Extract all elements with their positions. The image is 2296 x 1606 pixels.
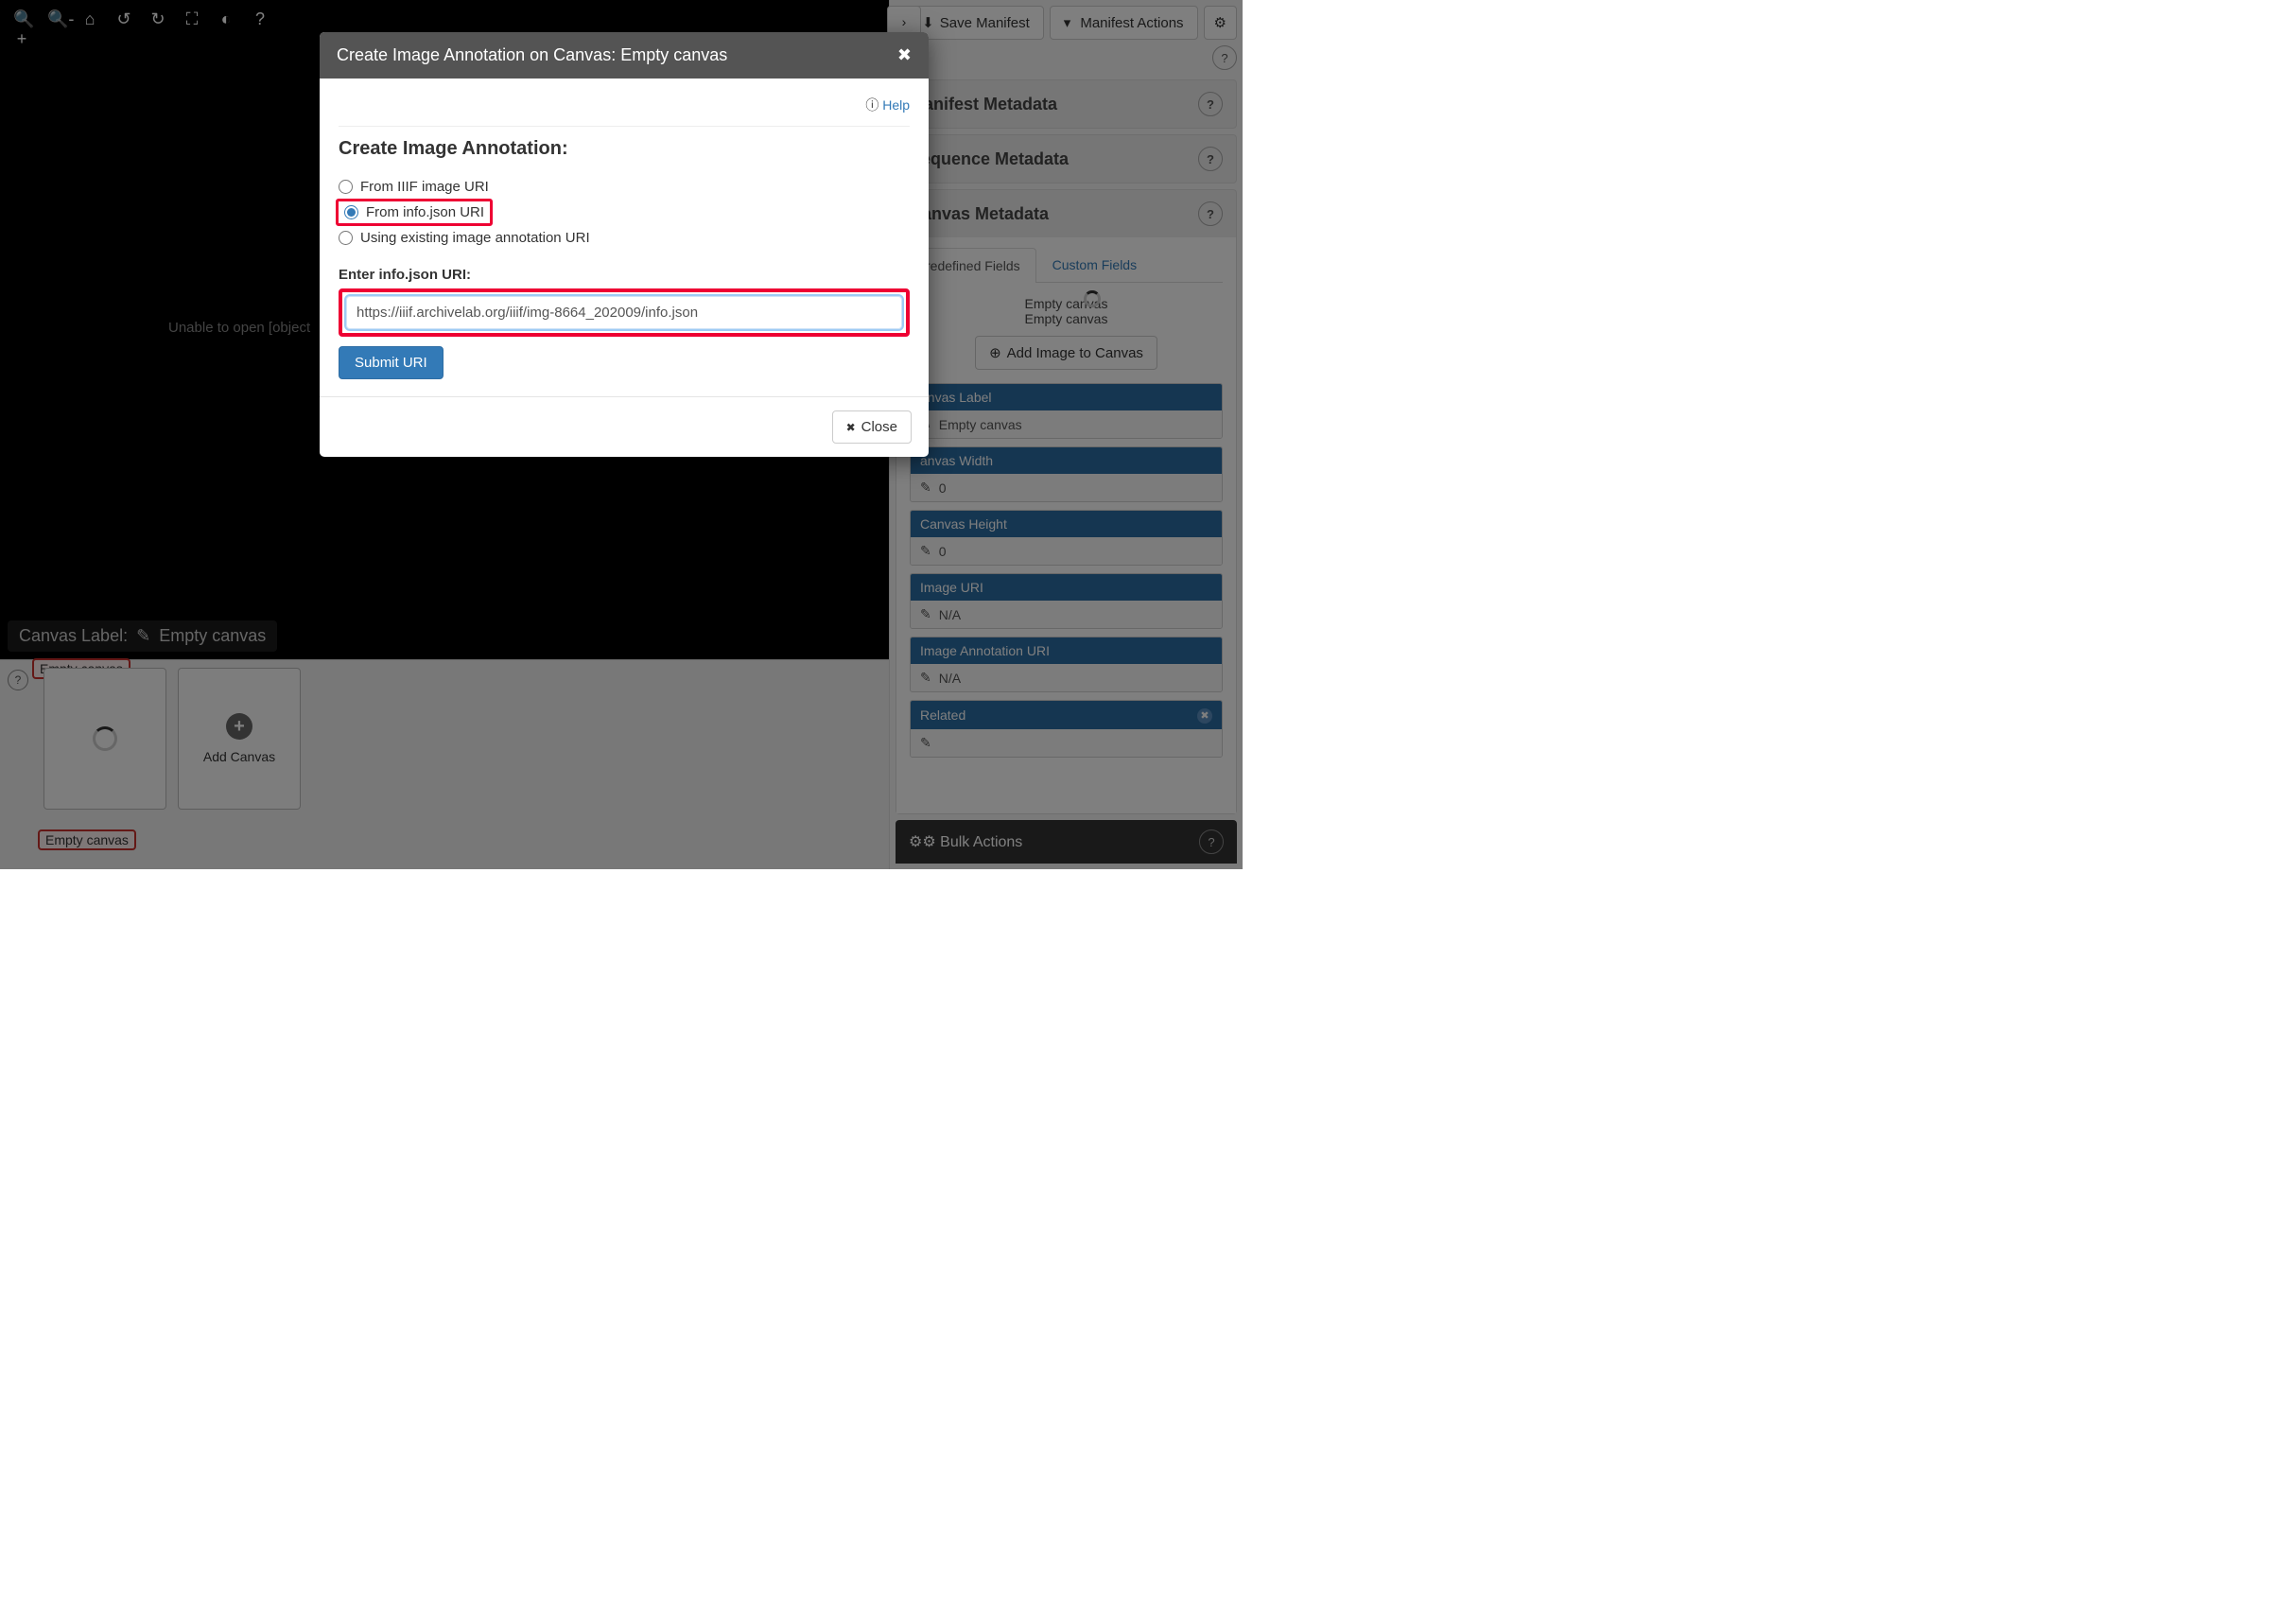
close-modal-button[interactable]: Close bbox=[832, 410, 912, 444]
field-value[interactable]: Empty canvas bbox=[939, 417, 1022, 432]
canvas-metadata-title: Canvas Metadata bbox=[910, 204, 1049, 224]
help-icon[interactable]: ? bbox=[252, 9, 269, 49]
info-icon bbox=[865, 97, 882, 113]
help-link[interactable]: Help bbox=[882, 97, 910, 113]
tab-custom-fields[interactable]: Custom Fields bbox=[1036, 247, 1153, 282]
metadata-sidebar: ⬇ Save Manifest Manifest Actions ? Manif… bbox=[889, 0, 1243, 869]
field-image-annotation-uri: Image Annotation URI N/A bbox=[910, 637, 1223, 692]
field-canvas-label: anvas Label Empty canvas bbox=[910, 383, 1223, 439]
bulk-actions-bar[interactable]: Bulk Actions ? bbox=[896, 820, 1237, 864]
manifest-actions-label: Manifest Actions bbox=[1080, 15, 1183, 31]
close-icon bbox=[846, 419, 856, 435]
close-label: Close bbox=[861, 419, 897, 435]
edit-icon[interactable] bbox=[920, 480, 931, 496]
sequence-metadata-title: Sequence Metadata bbox=[910, 149, 1069, 169]
modal-heading: Create Image Annotation: bbox=[339, 138, 910, 160]
panel-help-icon[interactable]: ? bbox=[1198, 147, 1223, 171]
radio-existing-annotation-uri[interactable]: Using existing image annotation URI bbox=[339, 226, 910, 250]
plus-circle-icon: + bbox=[226, 713, 252, 740]
field-head: anvas Label bbox=[920, 390, 992, 405]
canvas-label-value: Empty canvas bbox=[159, 626, 266, 645]
metadata-tabs: redefined Fields Custom Fields bbox=[910, 247, 1223, 283]
zoom-out-icon[interactable]: 🔍- bbox=[47, 9, 64, 49]
field-value[interactable]: N/A bbox=[939, 671, 961, 686]
thumbnail-strip: ? Empty canvas + Add Canvas Empty canvas bbox=[0, 659, 889, 869]
field-value[interactable]: 0 bbox=[939, 480, 947, 496]
loading-spinner-icon bbox=[1084, 290, 1101, 307]
field-head: Canvas Height bbox=[920, 516, 1007, 532]
radio-label: From info.json URI bbox=[366, 204, 484, 220]
canvas-label-prefix: Canvas Label: bbox=[19, 626, 128, 645]
canvas-metadata-panel: Canvas Metadata? redefined Fields Custom… bbox=[896, 189, 1237, 814]
info-json-uri-input[interactable] bbox=[346, 296, 902, 329]
create-image-annotation-modal: Create Image Annotation on Canvas: Empty… bbox=[320, 32, 929, 457]
download-icon: ⬇ bbox=[922, 14, 934, 31]
edit-icon[interactable] bbox=[920, 670, 931, 686]
contrast-icon[interactable]: ◐ bbox=[217, 9, 235, 49]
settings-button[interactable] bbox=[1204, 6, 1237, 40]
thumb-help-icon[interactable]: ? bbox=[8, 670, 28, 690]
edit-icon[interactable] bbox=[920, 606, 931, 622]
canvas-preview: Empty canvas Empty canvas ⊕ Add Image to… bbox=[910, 283, 1223, 383]
edit-icon[interactable] bbox=[920, 543, 931, 559]
radio-input[interactable] bbox=[339, 180, 353, 194]
field-value[interactable]: N/A bbox=[939, 607, 961, 622]
loading-spinner-icon bbox=[93, 726, 117, 751]
panel-help-icon[interactable]: ? bbox=[1198, 201, 1223, 226]
field-head: Related bbox=[920, 707, 965, 723]
sequence-metadata-panel[interactable]: Sequence Metadata? bbox=[896, 134, 1237, 183]
add-image-label: Add Image to Canvas bbox=[1007, 345, 1143, 361]
add-image-to-canvas-button[interactable]: ⊕ Add Image to Canvas bbox=[975, 336, 1157, 370]
preview-line-1: Empty canvas bbox=[910, 296, 1223, 311]
caret-down-icon bbox=[1064, 14, 1075, 31]
save-manifest-label: Save Manifest bbox=[940, 15, 1030, 31]
tab-predefined-fields[interactable]: redefined Fields bbox=[910, 248, 1036, 283]
field-canvas-height: Canvas Height 0 bbox=[910, 510, 1223, 566]
close-icon[interactable]: ✖ bbox=[897, 45, 912, 65]
radio-label: Using existing image annotation URI bbox=[360, 230, 590, 246]
cogs-icon bbox=[909, 834, 940, 850]
rotate-right-icon[interactable]: ↻ bbox=[149, 9, 166, 49]
radio-from-info-json[interactable]: From info.json URI bbox=[342, 203, 486, 221]
home-icon[interactable]: ⌂ bbox=[81, 9, 98, 49]
rotate-left-icon[interactable]: ↺ bbox=[115, 9, 132, 49]
header-help-icon[interactable]: ? bbox=[1212, 45, 1237, 70]
canvas-thumbnail[interactable] bbox=[43, 668, 166, 810]
gear-icon bbox=[1214, 14, 1226, 31]
edit-icon[interactable]: ✎ bbox=[136, 626, 150, 645]
viewer-error-message: Unable to open [object bbox=[168, 320, 310, 336]
thumb-label-bottom: Empty canvas bbox=[38, 829, 136, 850]
fullscreen-icon[interactable]: ⛶ bbox=[183, 9, 200, 49]
add-canvas-button[interactable]: + Add Canvas bbox=[178, 668, 301, 810]
field-related: Related bbox=[910, 700, 1223, 758]
plus-circle-icon: ⊕ bbox=[989, 344, 1001, 361]
preview-line-2: Empty canvas bbox=[910, 311, 1223, 326]
field-head: Image URI bbox=[920, 580, 983, 595]
field-canvas-width: anvas Width 0 bbox=[910, 446, 1223, 502]
add-canvas-label: Add Canvas bbox=[203, 749, 275, 764]
bulk-help-icon[interactable]: ? bbox=[1199, 829, 1224, 854]
field-value[interactable]: 0 bbox=[939, 544, 947, 559]
field-head: Image Annotation URI bbox=[920, 643, 1050, 658]
uri-prompt-label: Enter info.json URI: bbox=[339, 267, 910, 283]
radio-input[interactable] bbox=[344, 205, 358, 219]
manifest-metadata-title: Manifest Metadata bbox=[910, 95, 1057, 114]
manifest-metadata-panel[interactable]: Manifest Metadata? bbox=[896, 79, 1237, 129]
canvas-label-bar: Canvas Label: ✎ Empty canvas bbox=[8, 620, 277, 652]
field-head: anvas Width bbox=[920, 453, 993, 468]
manifest-actions-button[interactable]: Manifest Actions bbox=[1050, 6, 1198, 40]
submit-uri-button[interactable]: Submit URI bbox=[339, 346, 444, 379]
remove-icon[interactable] bbox=[1197, 707, 1212, 724]
field-image-uri: Image URI N/A bbox=[910, 573, 1223, 629]
bulk-actions-label: Bulk Actions bbox=[940, 834, 1022, 850]
radio-input[interactable] bbox=[339, 231, 353, 245]
radio-from-iiif-uri[interactable]: From IIIF image URI bbox=[339, 175, 910, 199]
edit-icon[interactable] bbox=[920, 735, 931, 751]
modal-title: Create Image Annotation on Canvas: Empty… bbox=[337, 45, 727, 65]
radio-label: From IIIF image URI bbox=[360, 179, 489, 195]
panel-help-icon[interactable]: ? bbox=[1198, 92, 1223, 116]
zoom-in-icon[interactable]: 🔍+ bbox=[13, 9, 30, 49]
